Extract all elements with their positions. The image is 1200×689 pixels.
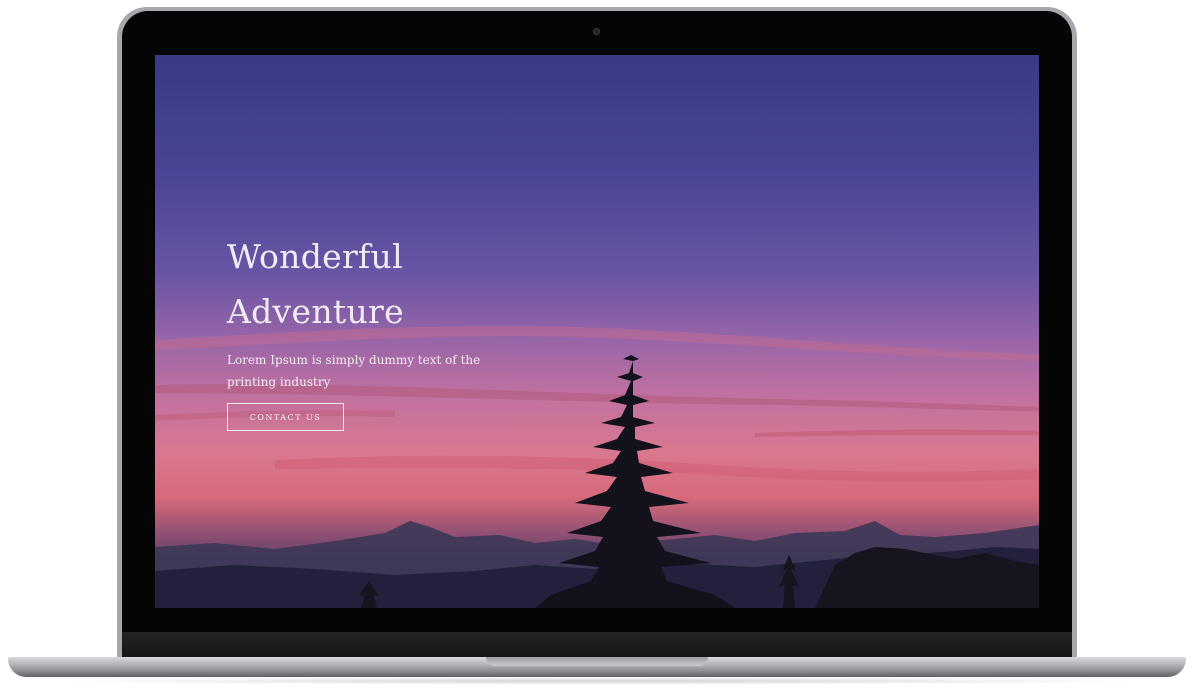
hero-title: Wonderful Adventure	[227, 229, 567, 339]
hero-section: Wonderful Adventure Lorem Ipsum is simpl…	[227, 229, 567, 393]
hero-subtitle: Lorem Ipsum is simply dummy text of the …	[227, 353, 481, 389]
screen-bottom-bezel	[122, 632, 1072, 658]
laptop-screen: Wonderful Adventure Lorem Ipsum is simpl…	[155, 55, 1039, 608]
hero-title-line2: Adventure	[227, 292, 404, 331]
laptop-shadow	[40, 677, 1160, 685]
hero-title-line1: Wonderful	[227, 237, 403, 276]
webcam-icon	[593, 28, 600, 35]
laptop-hinge-notch	[486, 657, 708, 666]
contact-us-button[interactable]: CONTACT US	[227, 403, 344, 431]
